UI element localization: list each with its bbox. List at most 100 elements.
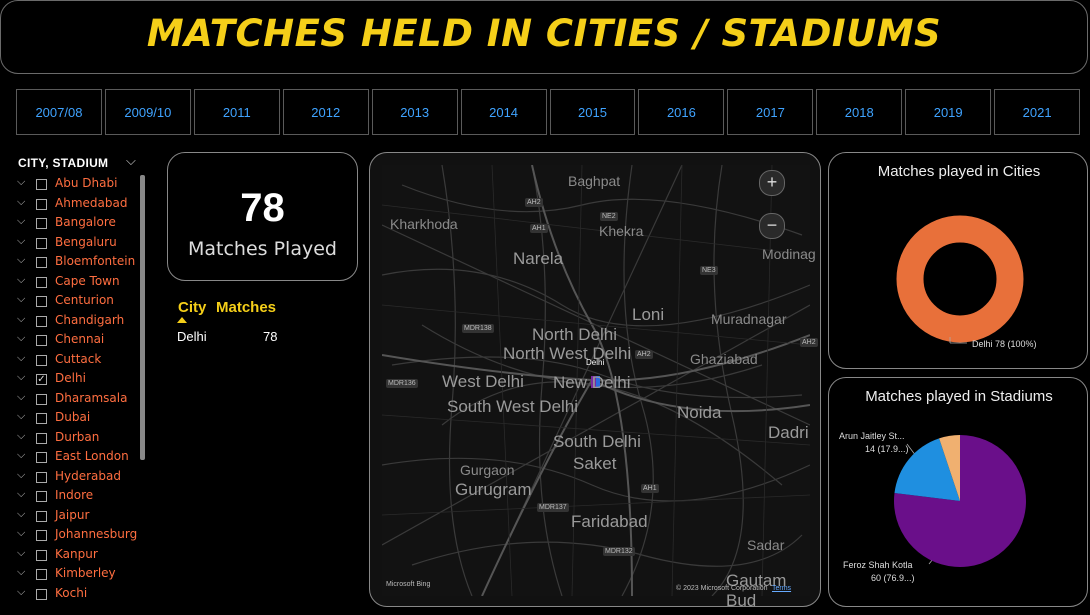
table-cell-city: Delhi: [177, 329, 207, 344]
expand-chevron-icon[interactable]: ⌵: [17, 332, 25, 345]
expand-chevron-icon[interactable]: ⌵: [17, 547, 25, 560]
map-place-label: Gurgaon: [460, 462, 515, 478]
expand-chevron-icon[interactable]: ⌵: [17, 449, 25, 462]
expand-chevron-icon[interactable]: ⌵: [17, 371, 25, 384]
chevron-down-icon[interactable]: ⌵: [126, 153, 136, 169]
year-tile[interactable]: 2018: [816, 89, 903, 135]
slicer-item[interactable]: ⌵ ✓ Delhi: [14, 371, 142, 390]
expand-chevron-icon[interactable]: ⌵: [17, 469, 25, 482]
expand-chevron-icon[interactable]: ⌵: [17, 586, 25, 599]
slicer-checkbox[interactable]: [36, 179, 47, 190]
road-shield-label: MDR138: [462, 324, 494, 333]
slicer-item[interactable]: ⌵ Centurion: [14, 293, 142, 312]
slicer-item[interactable]: ⌵ East London: [14, 449, 142, 468]
map-place-label: South West Delhi: [447, 397, 579, 416]
slicer-item[interactable]: ⌵ Bangalore: [14, 215, 142, 234]
year-tile[interactable]: 2016: [638, 89, 725, 135]
slicer-checkbox[interactable]: [36, 237, 47, 249]
slicer-checkbox[interactable]: [36, 530, 47, 541]
slicer-checkbox[interactable]: [36, 276, 47, 288]
slicer-item[interactable]: ⌵ Chandigarh: [14, 313, 142, 332]
slicer-checkbox[interactable]: [36, 393, 47, 405]
slicer-checkbox[interactable]: [36, 218, 47, 229]
year-tile[interactable]: 2021: [994, 89, 1081, 135]
expand-chevron-icon[interactable]: ⌵: [17, 235, 25, 248]
map-visual[interactable]: Baghpat Kharkhoda Khekra Narela Modinag Loni M…: [369, 152, 821, 607]
map-terms-link[interactable]: Terms: [772, 585, 791, 592]
map-place-label: Kharkhoda: [390, 216, 458, 232]
year-tile[interactable]: 2009/10: [104, 89, 191, 135]
expand-chevron-icon[interactable]: ⌵: [17, 215, 25, 228]
cities-chart-title: Matches played in Cities: [877, 163, 1041, 180]
slicer-item[interactable]: ⌵ Indore: [14, 488, 142, 507]
year-tile[interactable]: 2013: [371, 89, 458, 135]
slicer-item[interactable]: ⌵ Cuttack: [14, 352, 142, 371]
year-tile[interactable]: 2017: [727, 89, 814, 135]
table-header-city[interactable]: City: [178, 299, 206, 316]
year-tile[interactable]: 2014: [460, 89, 547, 135]
expand-chevron-icon[interactable]: ⌵: [17, 391, 25, 404]
expand-chevron-icon[interactable]: ⌵: [17, 196, 25, 209]
zoom-out-button[interactable]: −: [759, 213, 785, 239]
year-tile[interactable]: 2011: [193, 89, 280, 135]
cities-donut-chart[interactable]: [829, 187, 1089, 367]
road-shield-label: AH2: [635, 350, 653, 359]
slicer-item[interactable]: ⌵ Abu Dhabi: [14, 176, 142, 195]
slicer-item[interactable]: ⌵ Ahmedabad: [14, 196, 142, 215]
slicer-item[interactable]: ⌵ Kanpur: [14, 547, 142, 566]
table-header-matches[interactable]: Matches: [216, 299, 276, 316]
expand-chevron-icon[interactable]: ⌵: [17, 508, 25, 521]
slicer-checkbox[interactable]: [36, 491, 47, 502]
slicer-checkbox[interactable]: [36, 413, 47, 424]
slicer-checkbox[interactable]: [36, 471, 47, 483]
slicer-item[interactable]: ⌵ Hyderabad: [14, 469, 142, 488]
expand-chevron-icon[interactable]: ⌵: [17, 527, 25, 540]
slicer-checkbox[interactable]: ✓: [36, 374, 47, 385]
slicer-checkbox[interactable]: [36, 569, 47, 580]
slicer-checkbox[interactable]: [36, 432, 47, 444]
slicer-item[interactable]: ⌵ Dubai: [14, 410, 142, 429]
slicer-checkbox[interactable]: [36, 296, 47, 307]
expand-chevron-icon[interactable]: ⌵: [17, 430, 25, 443]
slicer-checkbox[interactable]: [36, 452, 47, 463]
slicer-item-label: Dharamsala: [55, 390, 128, 405]
slicer-checkbox[interactable]: [36, 354, 47, 366]
slicer-item[interactable]: ⌵ Kimberley: [14, 566, 142, 585]
slicer-checkbox[interactable]: [36, 335, 47, 346]
slicer-checkbox[interactable]: [36, 315, 47, 327]
year-tile[interactable]: 2012: [282, 89, 369, 135]
slicer-checkbox[interactable]: [36, 549, 47, 561]
year-tile[interactable]: 2007/08: [16, 89, 102, 135]
expand-chevron-icon[interactable]: ⌵: [17, 352, 25, 365]
slicer-item[interactable]: ⌵ Kochi: [14, 586, 142, 605]
slicer-checkbox[interactable]: [36, 510, 47, 522]
expand-chevron-icon[interactable]: ⌵: [17, 488, 25, 501]
slicer-scrollbar[interactable]: [140, 175, 145, 460]
map-place-label: Modinag: [762, 246, 816, 262]
expand-chevron-icon[interactable]: ⌵: [17, 566, 25, 579]
expand-chevron-icon[interactable]: ⌵: [17, 274, 25, 287]
slicer-item[interactable]: ⌵ Jaipur: [14, 508, 142, 527]
year-tile[interactable]: 2015: [549, 89, 636, 135]
donut-slice-delhi[interactable]: [896, 215, 1024, 343]
slicer-item[interactable]: ⌵ Bengaluru: [14, 235, 142, 254]
slicer-item[interactable]: ⌵ Dharamsala: [14, 391, 142, 410]
pie-label-feroz-value: 60 (76.9...): [871, 573, 915, 583]
expand-chevron-icon[interactable]: ⌵: [17, 254, 25, 267]
cities-chart-card: Matches played in Cities Delhi 78 (100%): [828, 152, 1088, 369]
expand-chevron-icon[interactable]: ⌵: [17, 293, 25, 306]
slicer-item[interactable]: ⌵ Bloemfontein: [14, 254, 142, 273]
slicer-checkbox[interactable]: [36, 198, 47, 210]
slicer-checkbox[interactable]: [36, 588, 47, 600]
slicer-item[interactable]: ⌵ Chennai: [14, 332, 142, 351]
slicer-item-label: Bengaluru: [55, 234, 117, 249]
year-tile[interactable]: 2019: [905, 89, 992, 135]
expand-chevron-icon[interactable]: ⌵: [17, 410, 25, 423]
slicer-checkbox[interactable]: [36, 257, 47, 268]
slicer-item[interactable]: ⌵ Durban: [14, 430, 142, 449]
slicer-item[interactable]: ⌵ Cape Town: [14, 274, 142, 293]
expand-chevron-icon[interactable]: ⌵: [17, 176, 25, 189]
expand-chevron-icon[interactable]: ⌵: [17, 313, 25, 326]
slicer-item[interactable]: ⌵ Johannesburg: [14, 527, 142, 546]
zoom-in-button[interactable]: +: [759, 170, 785, 196]
